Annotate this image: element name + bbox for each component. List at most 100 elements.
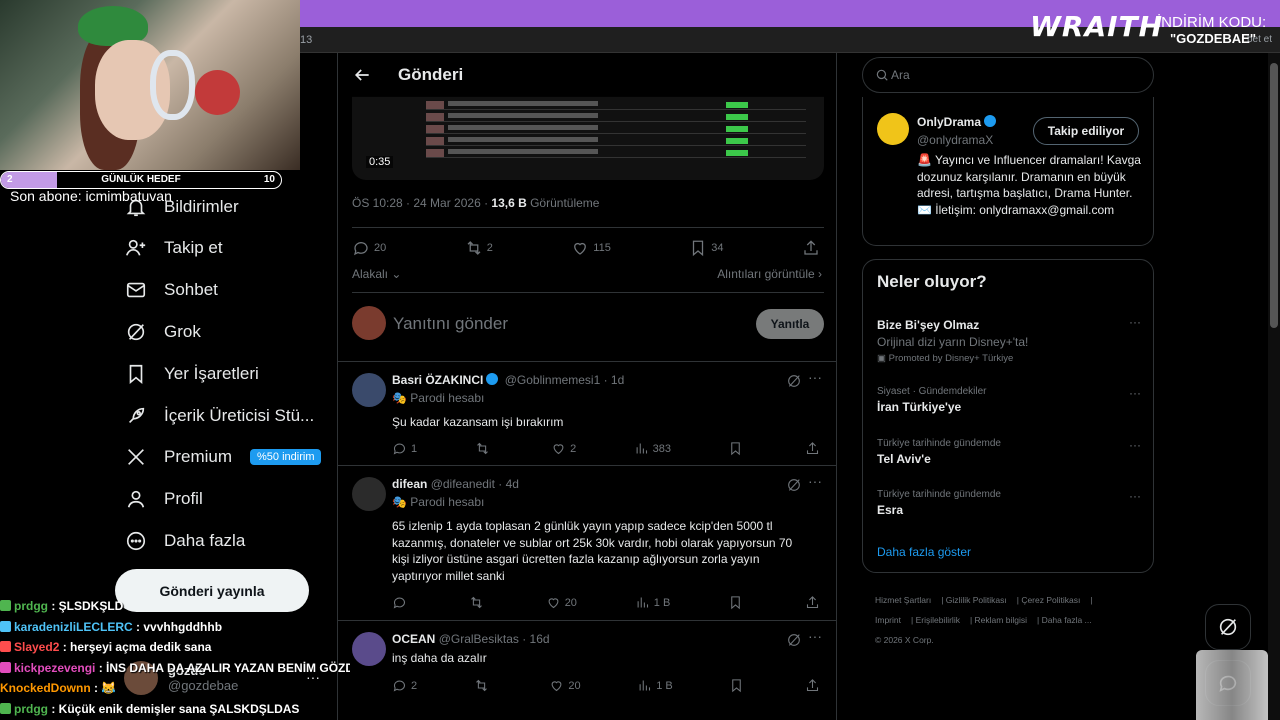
grok-fab-button[interactable] xyxy=(1205,604,1251,650)
reply-action[interactable]: 2 xyxy=(392,678,417,693)
bookmark-action[interactable] xyxy=(728,441,747,456)
nav-item-bookmarks[interactable]: Yer İşaretleri xyxy=(124,359,259,389)
nav-item-creator-studio[interactable]: İçerik Üreticisi Stü... xyxy=(124,401,314,431)
reply-action[interactable]: 1 xyxy=(392,441,417,456)
reply-action[interactable]: 20 xyxy=(352,239,386,257)
bookmark-action[interactable] xyxy=(729,678,748,693)
footer-link[interactable]: Erişilebilirlik xyxy=(916,615,960,625)
footer-link[interactable]: Hizmet Şartları xyxy=(875,595,931,605)
nav-item-premium[interactable]: Premium %50 indirim xyxy=(124,442,322,472)
repost-icon xyxy=(467,241,481,255)
profile-handle: @onlydramaX xyxy=(917,133,994,147)
badge-icon xyxy=(0,661,11,673)
footer-link[interactable]: Daha fazla ... xyxy=(1042,615,1092,625)
chat-user: prdgg xyxy=(14,599,48,613)
profile-name-text: OnlyDrama xyxy=(917,115,982,129)
like-action[interactable]: 20 xyxy=(549,678,581,693)
badge-icon xyxy=(0,620,11,632)
share-action[interactable] xyxy=(805,441,824,456)
reply-count: 20 xyxy=(374,242,387,254)
more-circle-icon xyxy=(124,529,148,553)
post-timestamp: ÖS 10:28 · 24 Mar 2026 · xyxy=(352,196,492,210)
sort-dropdown[interactable]: Alakalı ⌄ xyxy=(352,267,401,281)
views-action[interactable]: 1 B xyxy=(637,678,673,693)
share-action[interactable] xyxy=(802,239,824,257)
verified-icon xyxy=(984,115,997,127)
profile-name[interactable]: OnlyDrama xyxy=(917,115,997,129)
badge-icon xyxy=(0,600,11,611)
view-quotes-link[interactable]: Alıntıları görüntüle › xyxy=(717,267,822,281)
reply-action[interactable] xyxy=(392,595,411,610)
like-action[interactable]: 20 xyxy=(546,595,577,610)
following-button[interactable]: Takip ediliyor xyxy=(1033,117,1139,145)
grok-icon[interactable] xyxy=(786,373,802,389)
search-input[interactable]: Ara xyxy=(862,57,1154,93)
reply-author-name: OCEAN xyxy=(392,632,436,646)
view-count: 383 xyxy=(652,442,672,455)
more-icon[interactable]: ··· xyxy=(808,628,822,644)
like-action[interactable]: 115 xyxy=(571,239,611,257)
chat-message: prdgg : ŞLSDKŞLD xyxy=(0,596,350,617)
nav-item-profile[interactable]: Profil xyxy=(124,484,203,514)
bookmark-action[interactable] xyxy=(728,595,747,610)
footer-link[interactable]: Çerez Politikası xyxy=(1021,595,1080,605)
nav-item-chat[interactable]: Sohbet xyxy=(124,275,218,305)
nav-item-grok[interactable]: Grok xyxy=(124,317,201,347)
more-icon[interactable]: ··· xyxy=(1129,438,1141,452)
more-icon[interactable]: ··· xyxy=(808,369,822,385)
more-icon[interactable]: ··· xyxy=(808,473,822,489)
more-icon[interactable]: ··· xyxy=(1129,489,1141,503)
show-more-link[interactable]: Daha fazla göster xyxy=(877,545,971,559)
like-count: 115 xyxy=(593,242,611,254)
trend-item[interactable]: Bize Bi'şey Olmaz Orijinal dizi yarın Di… xyxy=(877,315,1141,364)
nav-item-more[interactable]: Daha fazla xyxy=(124,526,245,556)
post-video[interactable]: 0:35 xyxy=(352,96,824,180)
promoted-text: Promoted by Disney+ Türkiye xyxy=(888,353,1014,364)
chat-text: : İNS DAHA DA AZALIR YAZAN BENİM GÖZDE xyxy=(98,660,350,675)
repost-action[interactable] xyxy=(469,595,488,610)
trend-item[interactable]: Türkiye tarihinde gündemde Esra ··· xyxy=(877,489,1141,517)
footer-link[interactable]: Reklam bilgisi xyxy=(975,615,1027,625)
bookmark-action[interactable]: 34 xyxy=(689,239,724,257)
views-action[interactable]: 1 B xyxy=(635,595,670,610)
nav-item-label: Sohbet xyxy=(164,280,218,299)
trend-item[interactable]: Siyaset · Gündemdekiler İran Türkiye'ye … xyxy=(877,386,1141,414)
reply-tweet[interactable]: OCEAN @GralBesiktas · 16d ··· inş daha d… xyxy=(338,620,836,720)
share-action[interactable] xyxy=(805,678,824,693)
reply-text: Şu kadar kazansam işi bırakırım xyxy=(392,415,564,429)
nav-item-label: Premium xyxy=(164,447,233,466)
parody-text: Parodi hesabı xyxy=(410,391,485,405)
back-arrow-icon[interactable] xyxy=(352,65,372,85)
more-icon[interactable]: ··· xyxy=(1129,386,1141,400)
nav-item-label: Profil xyxy=(164,489,203,508)
comment-icon xyxy=(393,680,406,692)
divider xyxy=(352,227,824,228)
reply-input[interactable]: Yanıtını gönder xyxy=(393,314,508,334)
share-icon xyxy=(806,442,818,455)
repost-action[interactable] xyxy=(474,678,493,693)
grok-icon[interactable] xyxy=(786,477,802,493)
reply-tweet[interactable]: difean @difeanedit · 4d ··· 🎭 Parodi hes… xyxy=(338,465,836,620)
more-icon[interactable]: ··· xyxy=(1129,315,1141,329)
footer-link[interactable]: Imprint xyxy=(875,615,901,625)
grok-icon[interactable] xyxy=(786,632,802,648)
like-action[interactable]: 2 xyxy=(551,441,576,456)
reply-handle: @difeanedit · 4d xyxy=(430,477,519,491)
trend-item[interactable]: Türkiye tarihinde gündemde Tel Aviv'e ··… xyxy=(877,438,1141,466)
comment-icon xyxy=(393,443,406,455)
share-action[interactable] xyxy=(805,595,824,610)
mail-icon xyxy=(124,278,148,302)
reply-button[interactable]: Yanıtla xyxy=(756,309,824,339)
goal-label: GÜNLÜK HEDEF xyxy=(101,174,181,185)
repost-action[interactable] xyxy=(475,441,494,456)
footer-link[interactable]: Gizlilik Politikası xyxy=(946,595,1007,605)
scrollbar-thumb[interactable] xyxy=(1270,63,1278,328)
reply-text: 65 izlenip 1 ayda toplasan 2 günlük yayı… xyxy=(392,519,793,583)
nav-item-follow[interactable]: Takip et xyxy=(124,233,223,263)
repost-action[interactable]: 2 xyxy=(465,239,493,257)
reply-tweet[interactable]: Basri ÖZAKINCI @Goblinmemesi1 · 1d ··· 🎭… xyxy=(338,361,836,465)
page-scrollbar[interactable] xyxy=(1268,53,1280,720)
avatar[interactable] xyxy=(877,113,909,145)
views-action[interactable]: 383 xyxy=(634,441,671,456)
chat-message: prdgg : Küçük enik demişler sana ŞALSKDŞ… xyxy=(0,699,350,720)
